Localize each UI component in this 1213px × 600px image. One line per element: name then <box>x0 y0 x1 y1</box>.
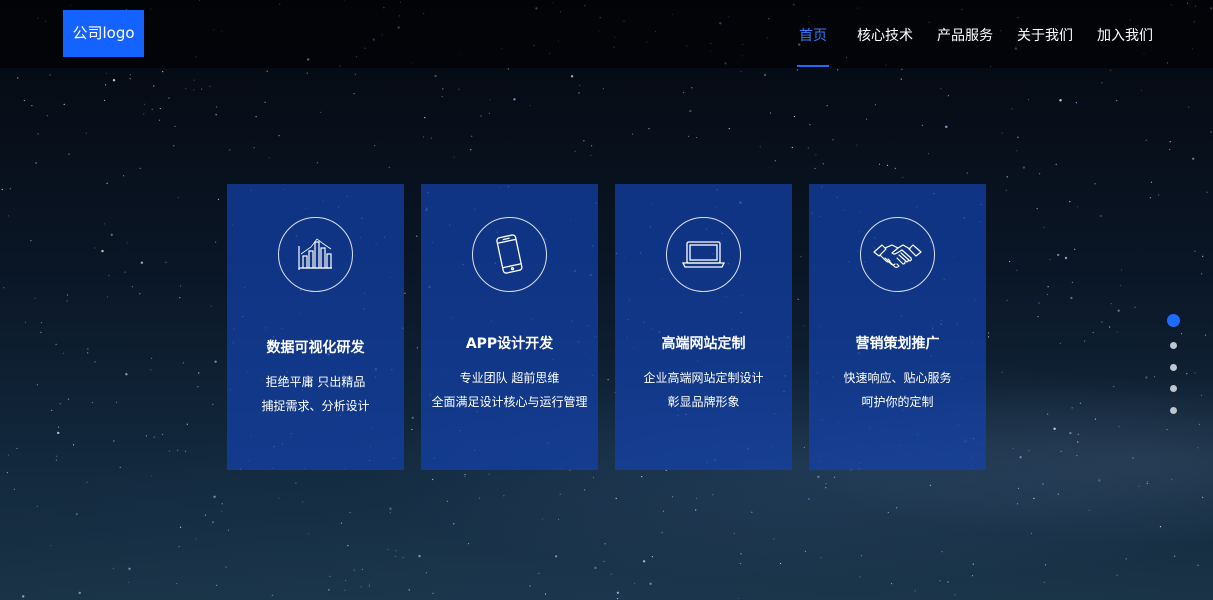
nav-about-us[interactable]: 关于我们 <box>1017 0 1073 68</box>
service-card-marketing-promotion[interactable]: 营销策划推广 快速响应、贴心服务 呵护你的定制 <box>809 184 986 470</box>
slide-pagination <box>1166 313 1182 423</box>
service-card-website-customization[interactable]: 高端网站定制 企业高端网站定制设计 彰显品牌形象 <box>615 184 792 470</box>
pagination-dot[interactable] <box>1170 407 1177 414</box>
nav-join-us[interactable]: 加入我们 <box>1097 0 1153 68</box>
pagination-dot-active[interactable] <box>1167 314 1180 327</box>
nav-core-tech[interactable]: 核心技术 <box>857 0 913 68</box>
card-description-line: 拒绝平庸 只出精品 <box>265 375 366 389</box>
card-description-line: 彰显品牌形象 <box>667 395 740 409</box>
card-description-line: 企业高端网站定制设计 <box>643 371 764 385</box>
card-title: APP设计开发 <box>465 336 554 352</box>
nav-products-services[interactable]: 产品服务 <box>937 0 993 68</box>
card-description-line: 专业团队 超前思维 <box>459 371 560 385</box>
handshake-icon <box>860 217 935 292</box>
card-title: 高端网站定制 <box>661 336 746 352</box>
pagination-dot[interactable] <box>1170 364 1177 371</box>
card-description-line: 快速响应、贴心服务 <box>843 371 952 385</box>
top-navbar: 公司logo 首页 核心技术 产品服务 关于我们 加入我们 <box>0 0 1213 68</box>
card-description-line: 全面满足设计核心与运行管理 <box>431 395 588 409</box>
laptop-icon <box>666 217 741 292</box>
nav-active-indicator <box>797 65 829 67</box>
page: 公司logo 首页 核心技术 产品服务 关于我们 加入我们 数据可视化研发 拒绝… <box>0 0 1213 600</box>
pagination-dot[interactable] <box>1170 385 1177 392</box>
service-card-data-visualization[interactable]: 数据可视化研发 拒绝平庸 只出精品 捕捉需求、分析设计 <box>227 184 404 470</box>
card-description-line: 捕捉需求、分析设计 <box>261 399 370 413</box>
starfield-background <box>1 0 1213 600</box>
smartphone-icon <box>472 217 547 292</box>
pagination-dot[interactable] <box>1170 342 1177 349</box>
card-title: 营销策划推广 <box>855 336 940 352</box>
bar-chart-icon <box>278 217 353 292</box>
nav-home[interactable]: 首页 <box>797 0 829 68</box>
service-card-app-development[interactable]: APP设计开发 专业团队 超前思维 全面满足设计核心与运行管理 <box>421 184 598 470</box>
card-description-line: 呵护你的定制 <box>861 395 934 409</box>
card-title: 数据可视化研发 <box>266 340 365 356</box>
company-logo[interactable]: 公司logo <box>63 10 144 57</box>
